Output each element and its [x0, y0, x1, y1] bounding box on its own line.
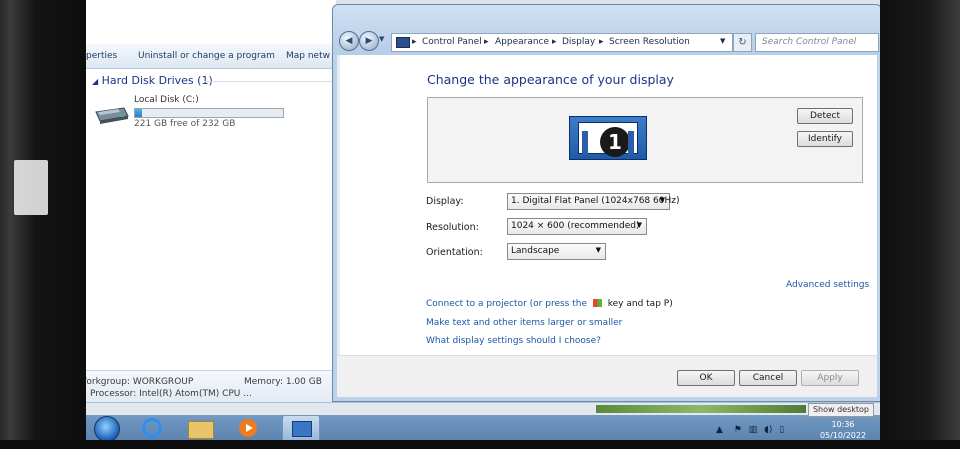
- ok-button[interactable]: OK: [677, 370, 735, 386]
- breadcrumb-control-panel[interactable]: Control Panel: [422, 37, 482, 47]
- media-player-icon[interactable]: [230, 415, 266, 441]
- display-preview-area: 1 Detect Identify: [427, 97, 863, 183]
- back-button[interactable]: ◀: [339, 31, 359, 51]
- local-disk-label[interactable]: Local Disk (C:): [134, 95, 199, 105]
- detect-button[interactable]: Detect: [797, 108, 853, 124]
- monitor-number: 1: [600, 127, 630, 157]
- clock-time: 10:36: [831, 420, 855, 429]
- crumb-arrow-icon[interactable]: ▸: [599, 37, 604, 47]
- chevron-down-icon[interactable]: ▼: [720, 37, 725, 45]
- breadcrumb-appearance[interactable]: Appearance: [495, 37, 549, 47]
- chevron-down-icon: ▼: [636, 221, 642, 229]
- forward-button[interactable]: ▶: [359, 31, 379, 51]
- explorer-details-pane: Workgroup: WORKGROUP Memory: 1.00 GB Pro…: [86, 370, 336, 403]
- address-bar[interactable]: ▸ Control Panel ▸ Appearance ▸ Display ▸…: [391, 33, 733, 52]
- advanced-settings-link[interactable]: Advanced settings: [786, 280, 869, 290]
- text-size-link[interactable]: Make text and other items larger or smal…: [426, 318, 622, 328]
- resolution-select[interactable]: 1024 × 600 (recommended) ▼: [507, 218, 647, 235]
- monitor-bezel-left: [0, 0, 88, 449]
- network-icon[interactable]: ▥: [749, 425, 758, 435]
- map-network-drive-button[interactable]: Map netw: [286, 51, 330, 61]
- orientation-select[interactable]: Landscape ▼: [507, 243, 606, 260]
- clock[interactable]: 10:36 05/10/2022: [808, 419, 878, 441]
- desktop-wallpaper-peek: [596, 405, 806, 413]
- search-input[interactable]: Search Control Panel: [755, 33, 879, 52]
- start-button[interactable]: [94, 416, 120, 442]
- screen-resolution-window: ◀ ▶ ▼ ▸ Control Panel ▸ Appearance ▸ Dis…: [332, 4, 880, 402]
- windows-explorer-icon[interactable]: [182, 415, 218, 441]
- disk-usage-bar: [134, 108, 284, 118]
- apply-button[interactable]: Apply: [801, 370, 859, 386]
- internet-explorer-icon[interactable]: [134, 415, 170, 441]
- screen: perties Uninstall or change a program Ma…: [86, 0, 880, 442]
- disk-free-text: 221 GB free of 232 GB: [134, 119, 236, 129]
- control-panel-icon: [396, 37, 410, 48]
- connect-projector-link[interactable]: Connect to a projector (or press the key…: [426, 299, 673, 309]
- monitor-bezel-right: [878, 0, 960, 449]
- hard-disk-section-header[interactable]: ◢ Hard Disk Drives (1): [92, 74, 213, 87]
- cancel-button[interactable]: Cancel: [739, 370, 797, 386]
- chevron-down-icon: ▼: [595, 246, 601, 254]
- crumb-arrow-icon[interactable]: ▸: [412, 37, 417, 47]
- page-title: Change the appearance of your display: [427, 72, 674, 87]
- volume-icon[interactable]: ◖): [764, 425, 772, 435]
- system-properties-button[interactable]: perties: [86, 51, 117, 61]
- disk-usage-fill: [135, 109, 142, 117]
- processor-text: Processor: Intel(R) Atom(TM) CPU ...: [90, 389, 252, 399]
- left-scrollbar[interactable]: [337, 55, 340, 397]
- breadcrumb-display[interactable]: Display: [562, 37, 595, 47]
- orientation-label: Orientation:: [426, 247, 483, 258]
- explorer-window: perties Uninstall or change a program Ma…: [86, 0, 336, 403]
- display-label: Display:: [426, 196, 464, 207]
- taskbar: Show desktop ▲ ⚑ ▥ ◖) ▯ 10:36 05/10/2022: [86, 402, 880, 442]
- control-panel-taskbar-icon[interactable]: [282, 415, 320, 442]
- memory-text: Memory: 1.00 GB: [244, 377, 322, 387]
- section-divider: [204, 81, 334, 82]
- crumb-arrow-icon[interactable]: ▸: [552, 37, 557, 47]
- bezel-glare: [14, 160, 48, 215]
- dialog-footer: OK Cancel Apply: [337, 356, 877, 397]
- monitor-bezel-bottom: [0, 440, 960, 449]
- display-help-link[interactable]: What display settings should I choose?: [426, 336, 601, 346]
- monitor-1-icon[interactable]: 1: [569, 116, 647, 160]
- collapse-arrow-icon: ◢: [92, 77, 99, 86]
- recent-pages-dropdown[interactable]: ▼: [379, 35, 384, 43]
- action-center-flag-icon[interactable]: ⚑: [734, 425, 742, 435]
- show-hidden-icons-arrow-icon[interactable]: ▲: [716, 425, 723, 435]
- dialog-content: Change the appearance of your display 1 …: [337, 55, 877, 397]
- breadcrumb-screen-resolution[interactable]: Screen Resolution: [609, 37, 690, 47]
- workgroup-text: Workgroup: WORKGROUP: [86, 377, 194, 387]
- resolution-label: Resolution:: [426, 222, 479, 233]
- show-desktop-tooltip: Show desktop: [808, 403, 874, 417]
- hard-drive-icon[interactable]: [94, 104, 130, 124]
- uninstall-program-button[interactable]: Uninstall or change a program: [138, 51, 275, 61]
- crumb-arrow-icon[interactable]: ▸: [484, 37, 489, 47]
- explorer-toolbar: perties Uninstall or change a program Ma…: [86, 44, 336, 69]
- identify-button[interactable]: Identify: [797, 131, 853, 147]
- refresh-icon[interactable]: ↻: [733, 33, 752, 52]
- chevron-down-icon: ▼: [659, 196, 665, 204]
- windows-logo-icon: [592, 299, 602, 307]
- power-icon[interactable]: ▯: [779, 425, 784, 435]
- display-select[interactable]: 1. Digital Flat Panel (1024x768 60Hz) ▼: [507, 193, 679, 210]
- notification-area: ▲ ⚑ ▥ ◖) ▯: [716, 425, 784, 435]
